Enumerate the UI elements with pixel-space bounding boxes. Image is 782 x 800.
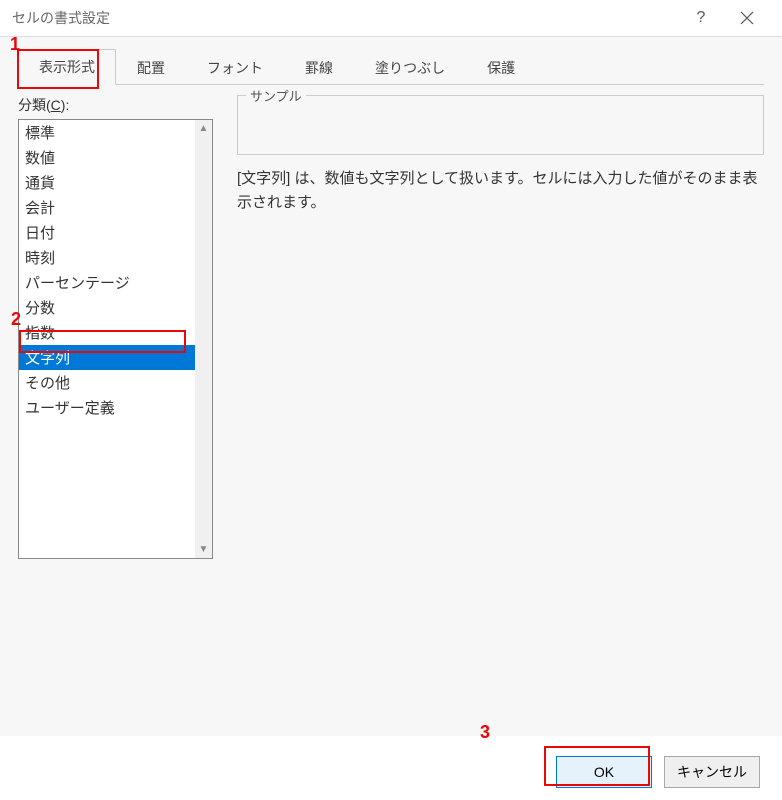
- category-item-6[interactable]: パーセンテージ: [19, 270, 195, 295]
- category-listbox[interactable]: 標準数値通貨会計日付時刻パーセンテージ分数指数文字列その他ユーザー定義 ▲ ▼: [18, 119, 213, 559]
- category-label-prefix: 分類(: [18, 97, 51, 113]
- category-column: 分類(C): 標準数値通貨会計日付時刻パーセンテージ分数指数文字列その他ユーザー…: [18, 95, 213, 559]
- titlebar: セルの書式設定 ?: [0, 0, 782, 36]
- sample-groupbox: サンプル: [237, 95, 764, 155]
- tab-3[interactable]: 罫線: [284, 49, 354, 85]
- category-item-2[interactable]: 通貨: [19, 170, 195, 195]
- category-item-5[interactable]: 時刻: [19, 245, 195, 270]
- category-label-suffix: ):: [61, 97, 70, 113]
- category-item-7[interactable]: 分数: [19, 295, 195, 320]
- category-label: 分類(C):: [18, 95, 213, 115]
- dialog-title: セルの書式設定: [12, 8, 678, 28]
- scroll-up-icon[interactable]: ▲: [199, 120, 209, 137]
- tab-5[interactable]: 保護: [466, 49, 536, 85]
- right-column: サンプル [文字列] は、数値も文字列として扱います。セルには入力した値がそのま…: [237, 95, 764, 559]
- category-item-3[interactable]: 会計: [19, 195, 195, 220]
- close-icon[interactable]: [724, 0, 770, 36]
- category-item-11[interactable]: ユーザー定義: [19, 395, 195, 420]
- tab-4[interactable]: 塗りつぶし: [354, 49, 466, 85]
- category-label-mnemonic: C: [51, 97, 61, 113]
- listbox-scrollbar[interactable]: ▲ ▼: [195, 120, 212, 558]
- category-item-8[interactable]: 指数: [19, 320, 195, 345]
- ok-button[interactable]: OK: [556, 756, 652, 788]
- sample-label: サンプル: [246, 86, 306, 105]
- category-item-9[interactable]: 文字列: [19, 345, 195, 370]
- format-description: [文字列] は、数値も文字列として扱います。セルには入力した値がそのまま表示され…: [237, 167, 764, 215]
- tabstrip: 表示形式配置フォント罫線塗りつぶし保護: [18, 49, 764, 85]
- tab-1[interactable]: 配置: [116, 49, 186, 85]
- category-item-0[interactable]: 標準: [19, 120, 195, 145]
- help-icon[interactable]: ?: [678, 0, 724, 36]
- scroll-down-icon[interactable]: ▼: [199, 541, 209, 558]
- dialog-content: 表示形式配置フォント罫線塗りつぶし保護 分類(C): 標準数値通貨会計日付時刻パ…: [0, 36, 782, 736]
- cancel-button[interactable]: キャンセル: [664, 756, 760, 788]
- category-item-1[interactable]: 数値: [19, 145, 195, 170]
- dialog-footer: OK キャンセル: [556, 756, 760, 788]
- tab-0[interactable]: 表示形式: [18, 49, 116, 85]
- category-item-4[interactable]: 日付: [19, 220, 195, 245]
- body-area: 分類(C): 標準数値通貨会計日付時刻パーセンテージ分数指数文字列その他ユーザー…: [18, 85, 764, 559]
- tab-2[interactable]: フォント: [186, 49, 284, 85]
- category-item-10[interactable]: その他: [19, 370, 195, 395]
